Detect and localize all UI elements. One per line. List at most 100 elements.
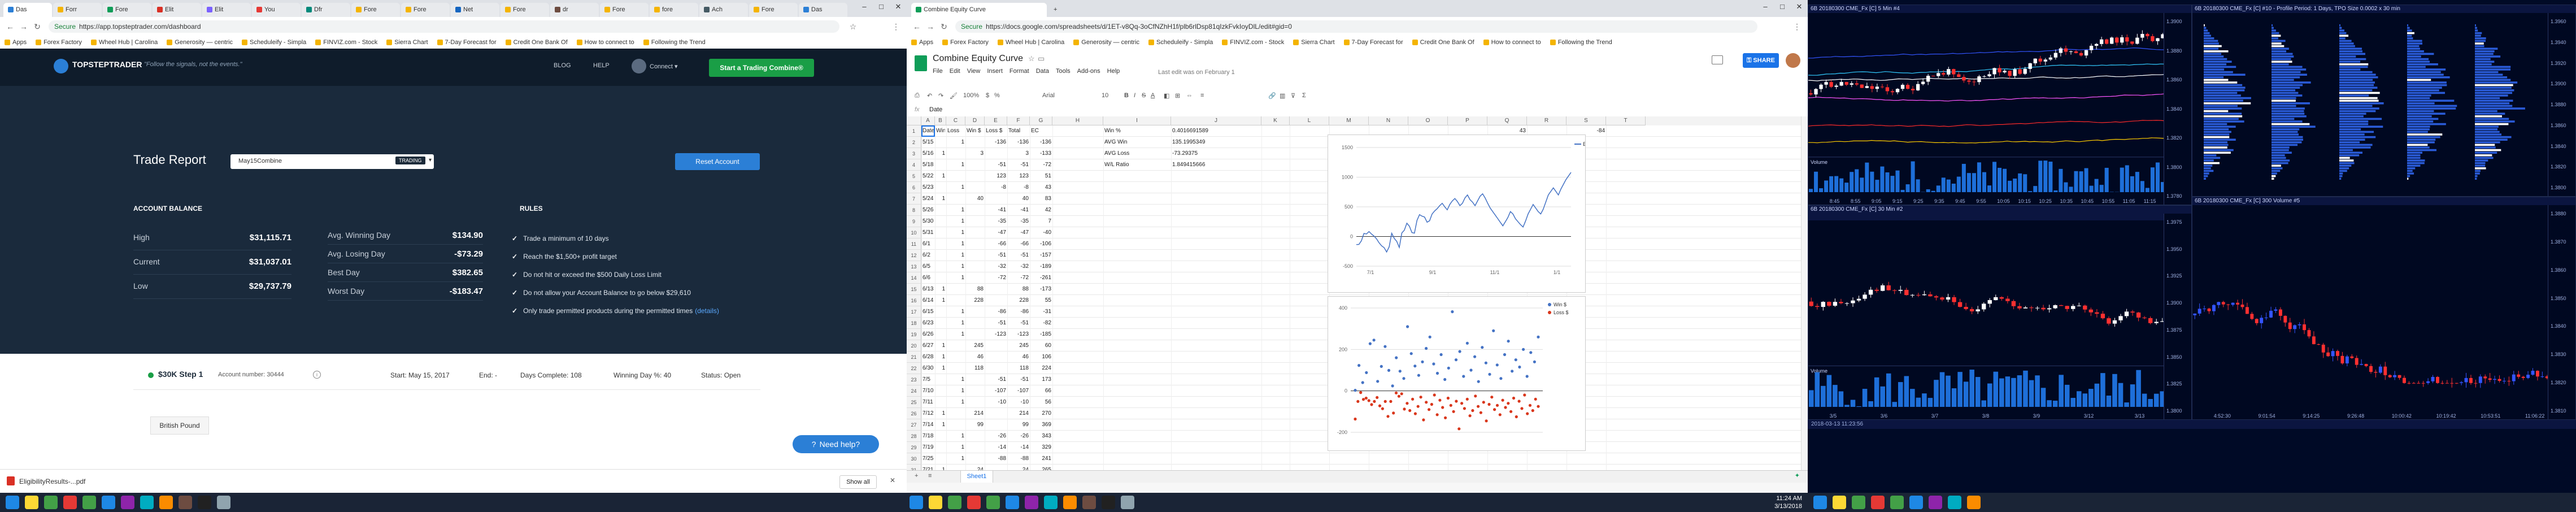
table-cell[interactable]: -136	[1008, 139, 1029, 146]
column-header[interactable]: H	[1052, 116, 1103, 125]
table-cell[interactable]: 60	[1031, 342, 1051, 349]
row-header[interactable]: 2	[907, 137, 921, 148]
table-cell[interactable]: 228	[1008, 297, 1029, 304]
bookmark-item[interactable]: Following the Trend	[1550, 36, 1612, 49]
chart-panel-30min[interactable]: 6B 20180300 CME_Fx [C] 30 Min #2 Volume …	[1808, 205, 2192, 420]
column-header[interactable]: P	[1448, 116, 1487, 125]
table-cell[interactable]: -14	[1008, 444, 1029, 451]
table-cell[interactable]: 241	[1031, 455, 1051, 462]
file-explorer-icon[interactable]	[929, 496, 942, 509]
table-cell[interactable]: -88	[1008, 455, 1029, 462]
table-cell[interactable]: 42	[1031, 207, 1051, 214]
table-cell[interactable]: 6/6	[923, 275, 934, 281]
edge-icon[interactable]	[1006, 496, 1019, 509]
table-cell[interactable]: 123	[986, 173, 1006, 180]
info-icon[interactable]: i	[313, 371, 321, 379]
row-header[interactable]: 17	[907, 306, 921, 318]
undo-icon[interactable]: ↶	[927, 92, 932, 99]
table-cell[interactable]: -26	[986, 433, 1006, 440]
menu-item-help[interactable]: Help	[1107, 68, 1120, 75]
file-explorer-icon[interactable]	[1833, 496, 1846, 509]
table-cell[interactable]: 1.849415666	[1172, 162, 1260, 168]
table-cell[interactable]: 83	[1031, 196, 1051, 202]
sheet-grid[interactable]: ABCDEFGHIJKLMNOPQRST 1 2 3 4 5 6 7 8 9 10 11 12 13 14…	[907, 116, 1801, 476]
bookmark-item[interactable]: FINVIZ.com - Stock	[315, 36, 377, 49]
table-cell[interactable]: 1	[947, 331, 964, 338]
avatar[interactable]	[632, 59, 646, 73]
bold-icon[interactable]: B	[1124, 92, 1129, 99]
store-icon[interactable]	[44, 496, 58, 509]
new-tab-button[interactable]: +	[1049, 3, 1065, 17]
row-header[interactable]: 6	[907, 182, 921, 193]
tab-combine-equity-curve[interactable]: Combine Equity Curve	[911, 3, 1047, 17]
back-icon[interactable]: ←	[5, 21, 16, 32]
reload-icon[interactable]: ↻	[32, 21, 43, 32]
table-cell[interactable]: 6/23	[923, 320, 934, 327]
chrome-icon[interactable]	[967, 496, 981, 509]
row-header[interactable]: 15	[907, 284, 921, 295]
row-header[interactable]: 13	[907, 261, 921, 272]
table-cell[interactable]: 7/18	[923, 433, 934, 440]
table-cell[interactable]: -8	[1008, 184, 1029, 191]
column-header[interactable]: O	[1408, 116, 1448, 125]
table-cell[interactable]: 5/18	[923, 162, 934, 168]
row-header[interactable]: 1	[907, 125, 921, 137]
table-cell[interactable]: -35	[1008, 218, 1029, 225]
ninjatrader-icon[interactable]	[1102, 496, 1115, 509]
table-cell[interactable]: 7	[1031, 218, 1051, 225]
percent-icon[interactable]: %	[994, 92, 1000, 99]
rules-details-link[interactable]: (details)	[695, 307, 719, 315]
nav-help[interactable]: HELP	[593, 62, 610, 69]
row-header[interactable]: 29	[907, 442, 921, 453]
column-header[interactable]: R	[1527, 116, 1567, 125]
fill-color-icon[interactable]: ◧	[1164, 92, 1169, 99]
table-cell[interactable]: -106	[1031, 241, 1051, 248]
row-header[interactable]: 8	[907, 205, 921, 216]
select-all-corner[interactable]	[907, 116, 921, 125]
italic-icon[interactable]: I	[1134, 92, 1135, 99]
row-header[interactable]: 18	[907, 318, 921, 329]
table-cell[interactable]: 55	[1031, 297, 1051, 304]
reload-icon[interactable]: ↻	[938, 21, 950, 32]
bookmark-item[interactable]: Wheel Hub | Carolina	[997, 36, 1064, 49]
browser-tab[interactable]: Fore	[749, 3, 798, 17]
app-icon[interactable]	[1948, 496, 1961, 509]
table-cell[interactable]: 7/25	[923, 455, 934, 462]
column-header[interactable]: S	[1567, 116, 1606, 125]
close-shelf-icon[interactable]: ✕	[890, 476, 895, 484]
table-cell[interactable]: 1	[947, 320, 964, 327]
column-header[interactable]: F	[1007, 116, 1030, 125]
table-cell[interactable]: -185	[1031, 331, 1051, 338]
table-cell[interactable]: -51	[986, 162, 1006, 168]
print-icon[interactable]: ⎙	[915, 92, 920, 99]
formula-input[interactable]: Date	[929, 106, 942, 113]
start-icon[interactable]	[1813, 496, 1827, 509]
table-cell[interactable]: EC	[1031, 128, 1051, 134]
table-cell[interactable]: 7/12	[923, 410, 934, 417]
merge-icon[interactable]: ⇔	[1186, 92, 1193, 99]
chrome-icon[interactable]	[63, 496, 77, 509]
column-header[interactable]: G	[1030, 116, 1052, 125]
table-cell[interactable]: -47	[986, 229, 1006, 236]
table-cell[interactable]: -123	[986, 331, 1006, 338]
row-header[interactable]: 10	[907, 227, 921, 238]
browser-tab[interactable]: Dfr	[302, 3, 350, 17]
bookmark-item[interactable]: Scheduleify - Simpla	[242, 36, 306, 49]
table-cell[interactable]: 1	[936, 365, 945, 372]
bookmark-item[interactable]: Sierra Chart	[386, 36, 428, 49]
text-color-icon[interactable]: A	[1151, 92, 1155, 99]
browser-tab[interactable]: Fore	[103, 3, 151, 17]
table-cell[interactable]: 6/14	[923, 297, 934, 304]
column-header[interactable]: J	[1171, 116, 1261, 125]
table-cell[interactable]: 224	[1031, 365, 1051, 372]
table-cell[interactable]: 1	[947, 263, 964, 270]
table-cell[interactable]: -26	[1008, 433, 1029, 440]
comments-icon[interactable]	[1712, 55, 1723, 64]
align-icon[interactable]: ≡	[1200, 92, 1204, 99]
row-header[interactable]: 16	[907, 295, 921, 306]
table-cell[interactable]: -73.29375	[1172, 150, 1260, 157]
table-cell[interactable]: 5/23	[923, 184, 934, 191]
table-cell[interactable]: 1	[936, 173, 945, 180]
table-cell[interactable]: 118	[967, 365, 984, 372]
table-cell[interactable]: -107	[1008, 388, 1029, 394]
